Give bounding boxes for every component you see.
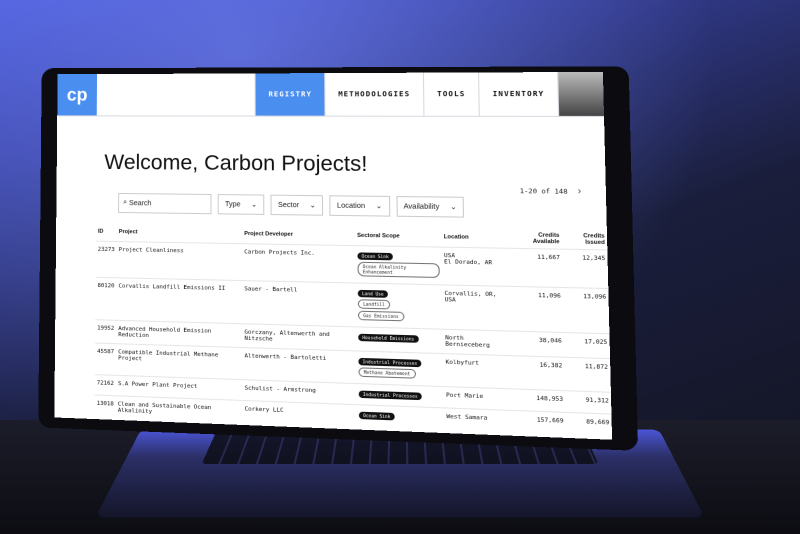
cell-developer: Gorczany, Altenwerth and Nitzsche — [242, 323, 357, 351]
cell-scope: Household Emissions — [355, 326, 444, 354]
scope-tag[interactable]: Ocean Sink — [358, 411, 395, 421]
cell-developer: Sauer - Bartell — [242, 280, 356, 327]
cell-location: West Samara — [443, 407, 514, 435]
scope-tag[interactable]: Industrial Processes — [358, 390, 423, 401]
page-title: Welcome, Carbon Projects! — [104, 151, 368, 177]
cell-available: 16,382 — [512, 355, 566, 391]
tab-registry[interactable]: REGISTRY — [255, 73, 325, 116]
cell-location: Kolbyfurt — [443, 353, 514, 389]
top-bar: cp REGISTRY METHODOLOGIES TOOLS INVENTOR… — [57, 71, 605, 117]
cell-location: Port Marie — [443, 386, 514, 411]
cell-project: Compatible Industrial Methane Project — [115, 343, 243, 380]
chevron-down-icon: ⌄ — [450, 203, 457, 212]
cell-project: Project Cleanliness — [116, 241, 243, 281]
col-available[interactable]: Credits Available — [510, 229, 562, 249]
col-location[interactable]: Location — [441, 228, 510, 249]
cell-id: 45587 — [94, 343, 117, 376]
location-label: Location — [336, 202, 366, 210]
availability-label: Availability — [403, 202, 440, 211]
filter-bar: ⌕ Search Type ⌄ Sector ⌄ Location ⌄ Availab… — [118, 192, 465, 218]
cell-location: Corvallis, OR, USA — [442, 284, 513, 332]
chevron-down-icon: ⌄ — [375, 203, 383, 211]
cell-developer: Carbon Projects Inc. — [242, 243, 356, 284]
col-issued[interactable]: Credits Issued — [562, 230, 608, 250]
search-placeholder: Search — [129, 199, 152, 207]
col-developer[interactable]: Project Developer — [242, 225, 355, 246]
cell-available: 38,046 — [512, 331, 565, 358]
scope-tag[interactable]: Landfill — [357, 299, 391, 310]
projects-table: ID Project Project Developer Sectoral Sc… — [94, 223, 613, 439]
cell-available: 11,667 — [510, 248, 563, 288]
chevron-down-icon: ⌄ — [250, 201, 258, 209]
scope-tag[interactable]: Methane Abatement — [358, 367, 416, 379]
tab-inventory[interactable]: INVENTORY — [478, 72, 559, 116]
cell-issued: 89,669 — [565, 412, 613, 439]
cell-developer: Corkery LLC — [242, 400, 357, 429]
cell-id: 80120 — [95, 277, 117, 321]
availability-dropdown[interactable]: Availability ⌄ — [395, 196, 465, 218]
cell-location: North Bernieceberg — [442, 329, 513, 356]
cell-project: Clean and Sustainable Ocean Alkalinity — [115, 395, 243, 424]
cell-scope: Industrial Processes Methane Abatement — [356, 350, 444, 387]
cell-id: 72162 — [94, 374, 116, 396]
cell-scope: Ocean Sink Ocean Alkalinity Enhancement — [355, 245, 443, 285]
sector-dropdown[interactable]: Sector ⌄ — [270, 194, 324, 216]
sector-label: Sector — [277, 201, 300, 209]
main-nav: REGISTRY METHODOLOGIES TOOLS INVENTORY — [255, 71, 605, 116]
scope-tag[interactable]: Gas Emissions — [357, 310, 405, 322]
scope-tag[interactable]: Ocean Sink — [357, 252, 394, 261]
pagination-text: 1-20 of 148 — [519, 186, 568, 196]
cell-scope: Land Use Landfill Gas Emissions — [355, 283, 443, 330]
type-dropdown[interactable]: Type ⌄ — [217, 194, 265, 215]
chevron-down-icon: ⌄ — [309, 202, 316, 210]
col-scope[interactable]: Sectoral Scope — [355, 226, 442, 247]
scope-tag[interactable]: Land Use — [357, 289, 388, 298]
scope-tag[interactable]: Ocean Alkalinity Enhancement — [357, 261, 440, 279]
table-body: 23273 Project Cleanliness Carbon Projects … — [94, 241, 613, 439]
cell-issued: 17,025 — [563, 332, 611, 359]
type-label: Type — [224, 200, 241, 209]
laptop-screen: cp REGISTRY METHODOLOGIES TOOLS INVENTOR… — [54, 71, 613, 440]
cell-issued: 91,312 — [565, 390, 612, 415]
cell-available: 148,953 — [513, 388, 566, 413]
col-id[interactable]: ID — [96, 223, 117, 242]
search-input[interactable]: ⌕ Search — [118, 192, 212, 215]
cell-project: Corvallis Landfill Emissions II — [116, 277, 243, 324]
cell-available: 157,669 — [513, 410, 567, 437]
cell-issued: 12,345 — [562, 249, 609, 289]
scope-tag[interactable]: Household Emissions — [358, 333, 419, 343]
scope-tag[interactable]: Industrial Processes — [358, 357, 422, 368]
cell-id: 23273 — [95, 241, 117, 278]
next-page-icon[interactable]: › — [578, 185, 582, 196]
avatar[interactable] — [557, 71, 605, 116]
cell-id: 13018 — [94, 395, 116, 419]
cell-location: USA El Dorado, AR — [441, 247, 512, 287]
cell-developer: Altenwerth - Bartoletti — [242, 347, 357, 384]
cell-issued: 11,872 — [564, 357, 611, 393]
cell-scope: Ocean Sink — [356, 404, 445, 432]
location-dropdown[interactable]: Location ⌄ — [329, 195, 390, 217]
cell-available: 11,096 — [511, 286, 564, 333]
logo[interactable]: cp — [57, 74, 98, 116]
tab-methodologies[interactable]: METHODOLOGIES — [324, 72, 424, 116]
col-project[interactable]: Project — [117, 223, 242, 244]
cell-id: 19952 — [95, 319, 117, 344]
tab-tools[interactable]: TOOLS — [422, 72, 479, 116]
cell-issued: 13,096 — [562, 287, 610, 334]
